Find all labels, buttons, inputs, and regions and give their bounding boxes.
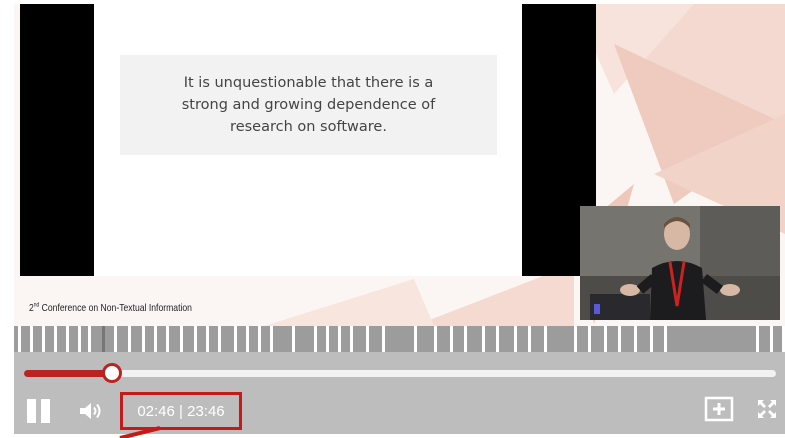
volume-button[interactable] [78, 399, 106, 423]
conference-label: 2nd Conference on Non-Textual Informatio… [29, 302, 192, 314]
time-separator: | [174, 402, 188, 420]
fullscreen-icon [758, 400, 776, 418]
chapter-markers[interactable] [14, 326, 785, 352]
speaker-video [580, 206, 780, 320]
duration: 23:46 [187, 402, 225, 420]
progress-handle[interactable] [101, 363, 122, 383]
pause-button[interactable] [26, 398, 52, 424]
video-player[interactable]: It is unquestionable that there is a str… [14, 4, 785, 434]
add-button[interactable] [704, 396, 734, 422]
progress-played [24, 370, 112, 377]
fullscreen-button[interactable] [756, 398, 778, 420]
letterbox-left [20, 4, 94, 276]
slide-quote: It is unquestionable that there is a str… [181, 75, 436, 135]
plus-box-icon [704, 396, 734, 422]
progress-track[interactable] [24, 370, 776, 377]
volume-icon [80, 403, 101, 419]
current-time: 02:46 [137, 402, 175, 420]
player-controls: 02:46 | 23:46 [14, 352, 785, 434]
slide: It is unquestionable that there is a str… [94, 4, 522, 276]
video-frame[interactable]: It is unquestionable that there is a str… [14, 4, 785, 326]
slide-quote-box: It is unquestionable that there is a str… [120, 55, 497, 155]
time-display: 02:46 | 23:46 [120, 392, 242, 430]
